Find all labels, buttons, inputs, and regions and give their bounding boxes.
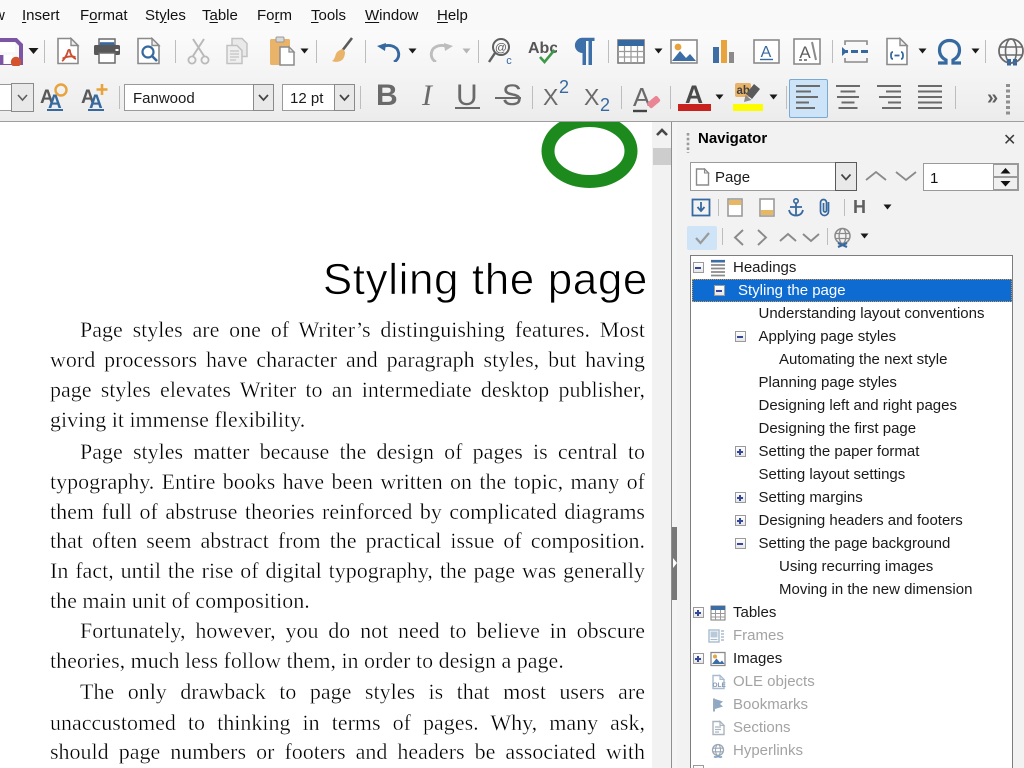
- svg-text:c: c: [506, 55, 512, 66]
- svg-text:@: @: [495, 41, 507, 55]
- svg-text:Abc: Abc: [528, 40, 557, 57]
- svg-text:A: A: [633, 82, 651, 112]
- svg-text:OLE: OLE: [712, 682, 726, 689]
- svg-text:A: A: [761, 44, 772, 61]
- svg-text:A: A: [799, 43, 811, 62]
